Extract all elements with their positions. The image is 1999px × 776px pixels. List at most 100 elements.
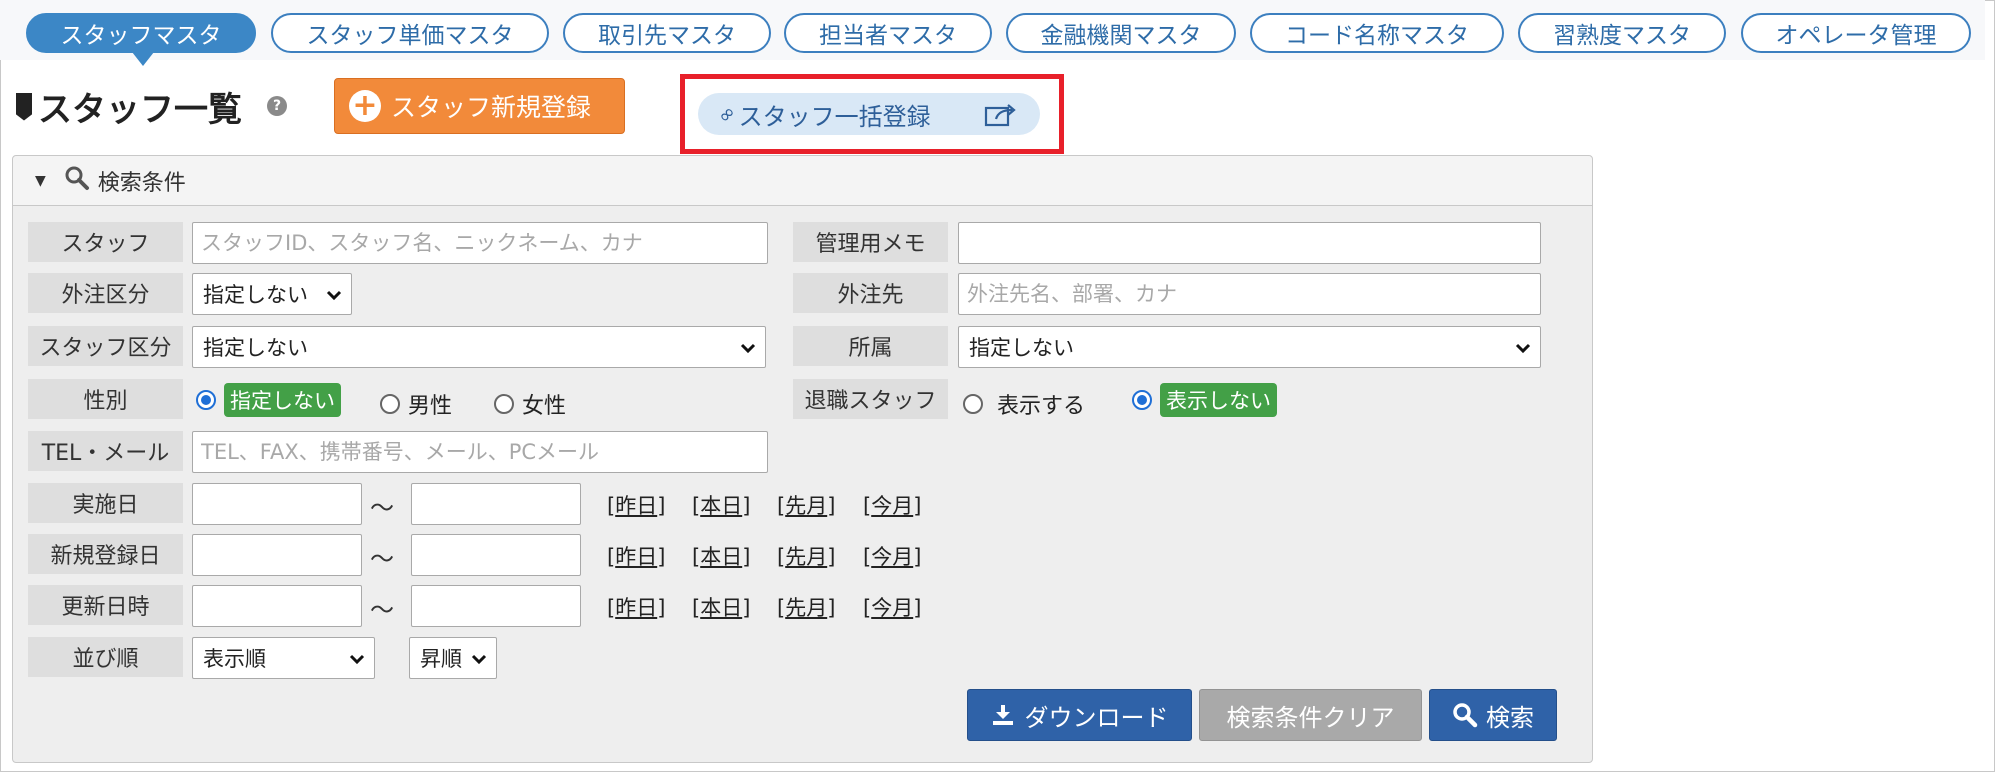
tab-staff-master[interactable]: スタッフマスタ (26, 13, 256, 53)
staff-type-value: 指定しない (203, 336, 308, 360)
tab-operator-management[interactable]: オペレータ管理 (1741, 13, 1971, 53)
memo-label: 管理用メモ (793, 222, 948, 262)
page-title-text: スタッフ一覧 (38, 90, 242, 130)
chevron-down-icon (739, 338, 757, 362)
date-from-input[interactable] (192, 483, 362, 525)
download-button-label: ダウンロード (1024, 703, 1169, 732)
date-row-label: 更新日時 (28, 585, 183, 625)
quick-link-yesterday[interactable]: [昨日] (607, 541, 665, 571)
retired-radio-hide[interactable]: 表示しない (1132, 383, 1277, 417)
radio-checked-icon (1132, 390, 1152, 410)
affiliation-select[interactable]: 指定しない (958, 326, 1541, 368)
gender-label: 性別 (28, 379, 183, 419)
tab-proficiency-master[interactable]: 習熟度マスタ (1518, 13, 1726, 53)
gender-radio-male[interactable]: 男性 (380, 388, 452, 420)
quick-link-this-month[interactable]: [今月] (863, 592, 921, 622)
range-separator: ～ (370, 596, 394, 624)
sort-field-select[interactable]: 表示順 (192, 637, 375, 679)
external-link-icon (984, 102, 1018, 134)
quick-link-yesterday[interactable]: [昨日] (607, 490, 665, 520)
affiliation-label: 所属 (793, 326, 948, 366)
outsource-type-label: 外注区分 (28, 273, 183, 313)
bulk-register-button-label: スタッフ一括登録 (738, 102, 931, 131)
quick-link-today[interactable]: [本日] (692, 541, 750, 571)
tab-staff-rate-master[interactable]: スタッフ単価マスタ (271, 13, 549, 53)
staff-type-select[interactable]: 指定しない (192, 326, 766, 368)
radio-checked-icon (196, 390, 216, 410)
search-icon (64, 165, 90, 197)
gender-radio-female[interactable]: 女性 (494, 388, 566, 420)
download-icon (991, 703, 1015, 727)
chevron-down-icon (470, 649, 488, 673)
date-to-input[interactable] (411, 585, 581, 627)
memo-input[interactable] (958, 222, 1541, 264)
quick-link-this-month[interactable]: [今月] (863, 541, 921, 571)
affiliation-value: 指定しない (969, 336, 1074, 360)
chevron-down-icon (325, 285, 343, 309)
help-icon[interactable]: ? (267, 96, 287, 116)
search-button[interactable]: 検索 (1429, 689, 1557, 741)
staff-type-label: スタッフ区分 (28, 326, 183, 366)
quick-link-this-month[interactable]: [今月] (863, 490, 921, 520)
download-button[interactable]: ダウンロード (967, 689, 1192, 741)
plus-circle-icon: + (349, 90, 381, 122)
tab-code-name-master[interactable]: コード名称マスタ (1250, 13, 1504, 53)
search-panel-title: 検索条件 (97, 170, 186, 196)
sort-label: 並び順 (28, 637, 183, 677)
outsource-to-input[interactable] (958, 273, 1541, 315)
add-staff-button-label: スタッフ新規登録 (391, 93, 592, 122)
page-title: スタッフ一覧 (16, 82, 242, 131)
retired-option-label: 表示する (997, 394, 1086, 419)
quick-link-today[interactable]: [本日] (692, 592, 750, 622)
search-button-label: 検索 (1486, 703, 1534, 732)
tab-contact-person-master[interactable]: 担当者マスタ (784, 13, 992, 53)
date-row-label: 実施日 (28, 483, 183, 523)
contact-input[interactable] (192, 431, 768, 473)
range-separator: ～ (370, 545, 394, 573)
gender-radio-unspecified[interactable]: 指定しない (196, 383, 341, 417)
bookmark-icon (16, 92, 32, 121)
retired-option-label: 表示しない (1160, 383, 1277, 417)
sort-field-value: 表示順 (203, 647, 266, 671)
collapse-caret-icon: ▼ (35, 172, 46, 189)
sort-order-select[interactable]: 昇順 (409, 637, 497, 679)
range-separator: ～ (370, 494, 394, 522)
quick-link-last-month[interactable]: [先月] (777, 490, 835, 520)
quick-link-last-month[interactable]: [先月] (777, 541, 835, 571)
date-to-input[interactable] (411, 483, 581, 525)
gender-option-label: 女性 (522, 394, 567, 419)
sort-order-value: 昇順 (420, 647, 462, 671)
radio-unchecked-icon (380, 394, 400, 414)
outsource-type-select[interactable]: 指定しない (192, 273, 352, 315)
staff-label: スタッフ (28, 222, 183, 262)
retired-staff-label: 退職スタッフ (793, 379, 948, 419)
search-panel-header[interactable]: ▼ 検索条件 (13, 156, 1592, 206)
chevron-down-icon (348, 649, 366, 673)
chevron-down-icon (1514, 338, 1532, 362)
date-row-label: 新規登録日 (28, 534, 183, 574)
radio-unchecked-icon (963, 394, 983, 414)
date-from-input[interactable] (192, 534, 362, 576)
staff-search-input[interactable] (192, 222, 768, 264)
retired-radio-show[interactable]: 表示する (963, 388, 1085, 420)
contact-label: TEL・メール (28, 431, 183, 471)
radio-unchecked-icon (494, 394, 514, 414)
clear-conditions-button[interactable]: 検索条件クリア (1199, 689, 1422, 741)
bulk-register-button[interactable]: ∞ スタッフ一括登録 (698, 93, 1040, 135)
tab-client-master[interactable]: 取引先マスタ (563, 13, 771, 53)
date-from-input[interactable] (192, 585, 362, 627)
outsource-type-value: 指定しない (203, 283, 308, 307)
active-tab-pointer (132, 52, 154, 66)
gender-option-label: 男性 (408, 394, 453, 419)
gender-option-label: 指定しない (224, 383, 341, 417)
quick-link-today[interactable]: [本日] (692, 490, 750, 520)
master-tab-bar: スタッフマスタ スタッフ単価マスタ 取引先マスタ 担当者マスタ 金融機関マスタ … (0, 0, 1985, 66)
outsource-to-label: 外注先 (793, 273, 948, 313)
quick-link-yesterday[interactable]: [昨日] (607, 592, 665, 622)
add-staff-button[interactable]: + スタッフ新規登録 (334, 78, 625, 134)
date-to-input[interactable] (411, 534, 581, 576)
search-icon (1452, 702, 1478, 728)
quick-link-last-month[interactable]: [先月] (777, 592, 835, 622)
link-icon: ∞ (711, 99, 741, 129)
tab-bank-master[interactable]: 金融機関マスタ (1006, 13, 1236, 53)
